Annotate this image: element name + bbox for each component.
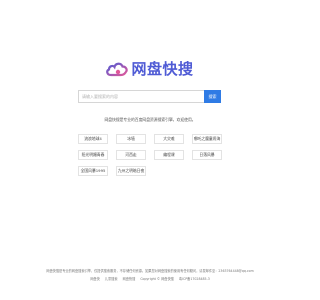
brand-logo[interactable]: 网盘快搜 — [0, 58, 300, 79]
hot-tag[interactable]: 冰墙 — [116, 134, 146, 144]
footer-icp-link[interactable]: 粤ICP备17028485-3 — [179, 277, 210, 281]
footer-copyright: Copyright © 网盘快搜 — [140, 277, 174, 281]
hot-tag[interactable]: 阳光明媚青春 — [78, 150, 108, 160]
search-bar: 搜索 — [78, 90, 221, 103]
footer-link[interactable]: 网盘快搜 — [123, 277, 136, 281]
hot-tag[interactable]: 九州之明暗日夜 — [116, 166, 146, 176]
search-input[interactable] — [78, 90, 204, 103]
footer-link[interactable]: 网盘快 — [90, 277, 100, 281]
tagline: 网盘快搜是专业的百度网盘资源搜索引擎，欢迎使用。 — [104, 117, 196, 122]
hot-tag[interactable]: 河西走 — [116, 150, 146, 160]
hot-tag[interactable]: 编程课 — [154, 150, 184, 160]
hot-tag[interactable]: 日落风暴 — [192, 150, 222, 160]
search-button[interactable]: 搜索 — [204, 90, 221, 103]
cloud-logo-icon — [106, 62, 129, 76]
footer-link[interactable]: 儿童搜索 — [105, 277, 118, 281]
hot-tag[interactable]: 流浪地球4 — [78, 134, 108, 144]
brand-name: 网盘快搜 — [131, 60, 194, 78]
footer-disclaimer: 网盘快搜是专业的网盘搜索引擎，仅提供搜索服务，不存储任何资源。如果您对网盘搜索的… — [46, 269, 254, 273]
hot-tag[interactable]: 全国风暴1995 — [78, 166, 108, 176]
hot-tag[interactable]: 大灾难 — [154, 134, 184, 144]
hot-tags: 流浪地球4 冰墙 大灾难 哪吒之魔童闹海 阳光明媚青春 河西走 编程课 日落风暴… — [78, 134, 222, 176]
footer-links: 网盘快 儿童搜索 网盘快搜 Copyright © 网盘快搜 粤ICP备1702… — [0, 276, 300, 281]
hot-tag[interactable]: 哪吒之魔童闹海 — [192, 134, 222, 144]
